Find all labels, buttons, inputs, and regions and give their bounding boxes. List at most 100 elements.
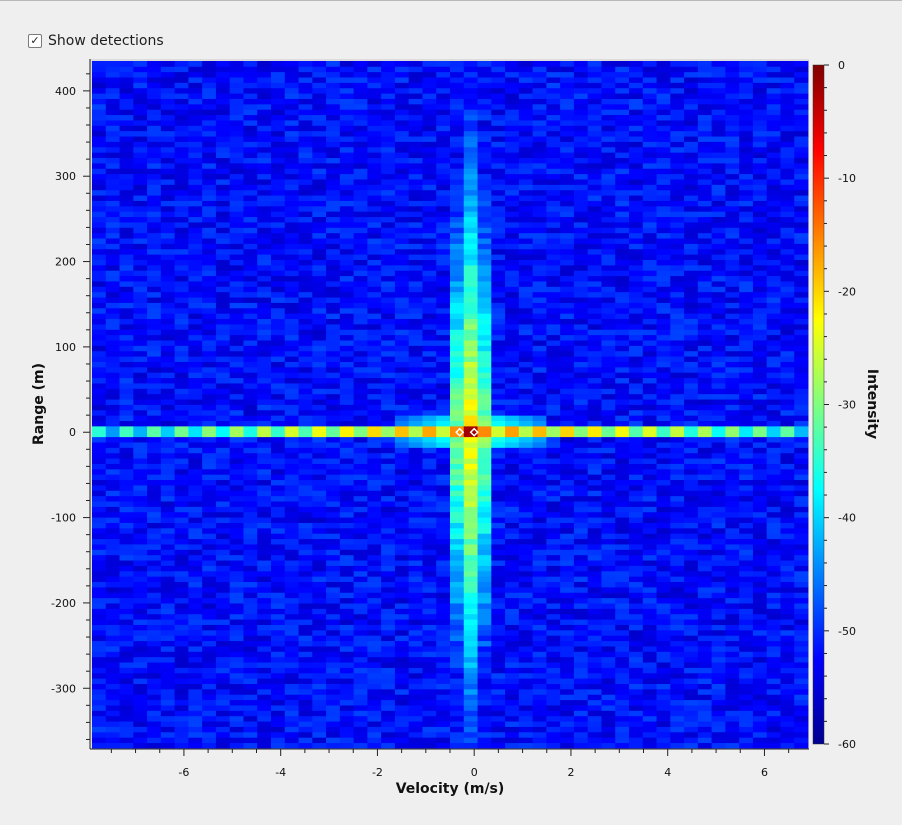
heatmap-cell (367, 592, 382, 599)
heatmap-cell (422, 313, 437, 320)
heatmap-cell (284, 120, 299, 126)
heatmap-cell (326, 420, 341, 427)
heatmap-cell (367, 87, 382, 94)
heatmap-cell (408, 98, 423, 105)
heatmap-cell (408, 103, 423, 110)
heatmap-cell (312, 141, 327, 148)
heatmap-cell (353, 162, 368, 169)
heatmap-cell (560, 731, 575, 738)
heatmap-cell (505, 399, 520, 405)
heatmap-cell (587, 77, 602, 83)
heatmap-cell (229, 490, 244, 497)
heatmap-cell (202, 87, 217, 94)
heatmap-cell (243, 576, 258, 583)
heatmap-cell (367, 667, 382, 674)
heatmap-cell (367, 570, 382, 577)
heatmap-cell (243, 345, 258, 352)
heatmap-cell (271, 120, 286, 126)
heatmap-cell (615, 463, 630, 470)
heatmap-cell (463, 136, 478, 142)
heatmap-cell (326, 173, 341, 180)
heatmap-cell (174, 420, 189, 427)
heatmap-cell (546, 425, 561, 432)
heatmap-cell (463, 205, 478, 212)
heatmap-cell (119, 640, 134, 647)
heatmap-cell (188, 688, 203, 695)
heatmap-cell (491, 544, 506, 550)
heatmap-cell (257, 179, 272, 185)
heatmap-cell (518, 629, 534, 636)
heatmap-cell (339, 705, 355, 711)
heatmap-cell (119, 238, 134, 244)
heatmap-cell (436, 447, 451, 454)
heatmap-cell (615, 356, 630, 362)
heatmap-cell (573, 238, 589, 244)
heatmap-cell (257, 109, 272, 116)
heatmap-cell (147, 576, 162, 583)
heatmap-cell (353, 420, 368, 427)
heatmap-cell (105, 624, 120, 631)
heatmap-cell (450, 323, 465, 330)
heatmap-cell (477, 361, 492, 368)
heatmap-cell (394, 683, 410, 690)
heatmap-cell (202, 291, 217, 298)
heatmap-cell (505, 613, 520, 620)
heatmap-cell (450, 270, 465, 277)
heatmap-cell (257, 98, 272, 105)
heatmap-cell (312, 66, 327, 73)
heatmap-cell (394, 463, 410, 470)
heatmap-cell (202, 136, 217, 142)
heatmap-cell (284, 286, 299, 293)
heatmap-cell (326, 586, 341, 593)
heatmap-cell (367, 399, 382, 405)
heatmap-cell (284, 613, 299, 620)
heatmap-cell (408, 356, 423, 362)
heatmap-cell (587, 103, 602, 110)
heatmap-cell (271, 705, 286, 711)
heatmap-cell (339, 683, 355, 690)
heatmap-cell (381, 238, 396, 244)
heatmap-cell (463, 495, 478, 502)
heatmap-cell (560, 377, 575, 384)
heatmap-cell (601, 415, 616, 421)
heatmap-cell (546, 270, 561, 277)
heatmap-cell (119, 404, 134, 411)
heatmap-cell (573, 544, 589, 550)
heatmap-cell (215, 302, 231, 309)
heatmap-cell (408, 307, 423, 314)
heatmap-cell (188, 592, 203, 599)
heatmap-cell (339, 468, 355, 475)
heatmap-cell (601, 334, 616, 341)
heatmap-cell (174, 672, 189, 679)
heatmap-cell (560, 222, 575, 228)
heatmap-cell (215, 313, 231, 320)
heatmap-cell (601, 479, 616, 486)
heatmap-cell (450, 544, 465, 550)
heatmap-cell (436, 243, 451, 250)
heatmap-cell (422, 710, 437, 717)
heatmap-cell (436, 560, 451, 566)
heatmap-cell (174, 162, 189, 169)
heatmap-cell (215, 570, 231, 577)
heatmap-cell (518, 522, 534, 529)
heatmap-cell (408, 431, 423, 438)
heatmap-cell (532, 313, 547, 320)
heatmap-cell (188, 742, 203, 749)
heatmap-cell (463, 366, 478, 373)
heatmap-cell (587, 334, 602, 341)
heatmap-cell (243, 120, 258, 126)
heatmap-cell (615, 501, 630, 507)
heatmap-cell (381, 361, 396, 368)
heatmap-cell (271, 205, 286, 212)
heatmap-cell (394, 270, 410, 277)
heatmap-cell (271, 399, 286, 405)
heatmap-cell (450, 662, 465, 668)
heatmap-cell (271, 586, 286, 593)
heatmap-cell (394, 173, 410, 180)
heatmap-cell (339, 168, 355, 175)
heatmap-cell (615, 726, 630, 733)
heatmap-cell (284, 581, 299, 588)
heatmap-cell (312, 506, 327, 513)
heatmap-cell (229, 323, 244, 330)
heatmap-cell (174, 98, 189, 105)
